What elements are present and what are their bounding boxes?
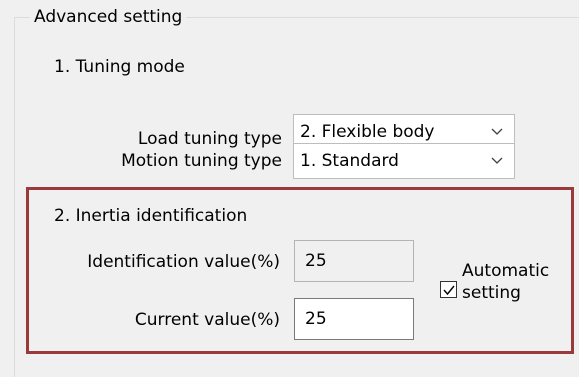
advanced-setting-title: Advanced setting: [30, 6, 187, 28]
motion-tuning-type-value: 1. Standard: [300, 151, 399, 171]
automatic-setting-label-line2: setting: [462, 283, 521, 303]
chevron-down-icon[interactable]: [480, 144, 514, 178]
motion-tuning-type-label: Motion tuning type: [121, 151, 282, 171]
load-tuning-type-label: Load tuning type: [137, 129, 282, 149]
motion-tuning-type-select[interactable]: 1. Standard: [293, 143, 515, 179]
tuning-mode-title: 1. Tuning mode: [54, 57, 185, 77]
identification-value-label: Identification value(%): [87, 252, 280, 272]
inertia-identification-title: 2. Inertia identification: [54, 206, 248, 226]
current-value-label: Current value(%): [134, 310, 280, 330]
automatic-setting-checkbox[interactable]: [440, 281, 457, 298]
check-icon: [442, 285, 455, 295]
identification-value-field: 25: [294, 240, 414, 282]
identification-value-text: 25: [305, 251, 327, 271]
automatic-setting-label-line1: Automatic: [462, 261, 550, 281]
load-tuning-type-value: 2. Flexible body: [300, 122, 435, 142]
current-value-input[interactable]: 25: [294, 298, 414, 340]
automatic-setting-label[interactable]: Automatic setting: [462, 260, 549, 304]
current-value-text: 25: [305, 309, 327, 329]
